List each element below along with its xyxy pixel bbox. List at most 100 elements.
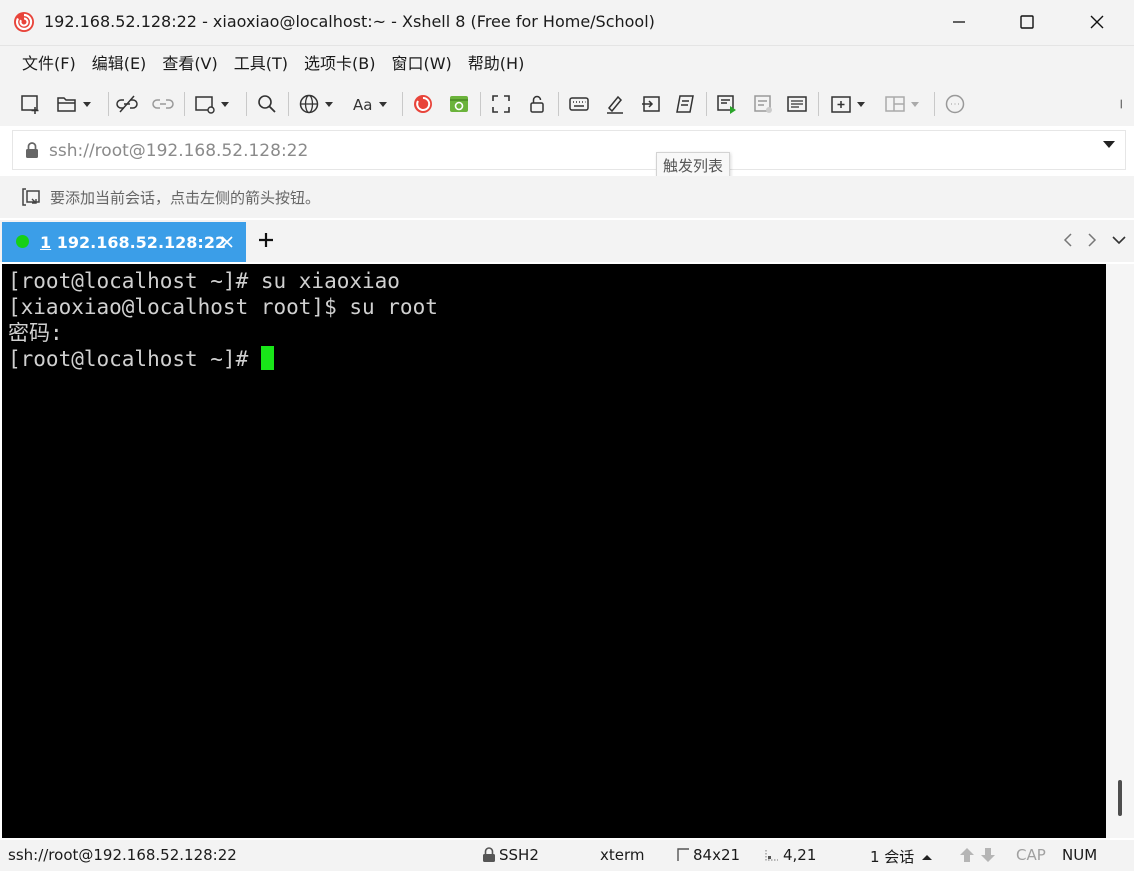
arrow-up-icon[interactable] xyxy=(958,846,976,864)
xftp-icon xyxy=(450,96,468,112)
arrow-down-icon[interactable] xyxy=(979,846,997,864)
encoding-button[interactable] xyxy=(298,90,333,118)
window-title: 192.168.52.128:22 - xiaoxiao@localhost:~… xyxy=(44,12,655,31)
font-button[interactable]: Aa xyxy=(352,90,387,118)
scroll-buttons[interactable] xyxy=(958,846,1000,864)
toolbar-separator xyxy=(402,92,403,116)
menu-file[interactable]: 文件(F) xyxy=(14,46,84,82)
keyboard-button[interactable] xyxy=(568,90,590,118)
layout-button[interactable] xyxy=(884,90,919,118)
quick-command-button[interactable] xyxy=(716,90,738,118)
title-bar[interactable]: 192.168.52.128:22 - xiaoxiao@localhost:~… xyxy=(0,0,1134,46)
address-bar[interactable]: ssh://root@192.168.52.128:22 xyxy=(12,130,1126,170)
sessions-label: 1 会话 xyxy=(870,848,915,866)
menu-tab[interactable]: 选项卡(B) xyxy=(296,46,383,82)
xftp-button[interactable] xyxy=(448,90,470,118)
chevron-down-icon xyxy=(857,101,865,107)
connection-status-icon xyxy=(16,235,29,248)
menu-edit[interactable]: 编辑(E) xyxy=(84,46,155,82)
font-icon: Aa xyxy=(353,96,372,114)
close-tab-icon[interactable] xyxy=(218,233,236,251)
lock-button[interactable] xyxy=(526,90,548,118)
tab-title: 192.168.52.128:22 xyxy=(56,233,227,252)
chevron-left-icon[interactable] xyxy=(1060,231,1078,249)
chevron-right-icon[interactable] xyxy=(1082,231,1100,249)
terminal-cursor xyxy=(260,346,274,370)
status-bar: ssh://root@192.168.52.128:22 SSH2 xterm … xyxy=(0,840,1134,871)
add-tab-icon[interactable] xyxy=(256,230,276,250)
toolbar-separator xyxy=(934,92,935,116)
tab-number: 1 xyxy=(40,233,52,252)
close-window-button[interactable] xyxy=(1062,0,1132,44)
cursor-pos-label: 4,21 xyxy=(783,846,817,864)
menu-tools[interactable]: 工具(T) xyxy=(226,46,296,82)
xshell-button[interactable] xyxy=(412,90,434,118)
resize-icon xyxy=(677,848,689,861)
chevron-down-icon xyxy=(379,101,387,107)
menu-window[interactable]: 窗口(W) xyxy=(383,46,459,82)
tab-session-1[interactable]: 1 192.168.52.128:22 xyxy=(2,222,246,262)
layout-icon xyxy=(885,96,905,112)
status-num-lock: NUM xyxy=(1062,846,1098,864)
address-dropdown-button[interactable] xyxy=(1103,141,1115,167)
close-icon xyxy=(1090,15,1104,29)
script-button[interactable] xyxy=(674,90,696,118)
fullscreen-icon xyxy=(492,95,510,113)
xshell-icon xyxy=(414,95,432,113)
reconnect-button[interactable] xyxy=(152,90,174,118)
status-sessions[interactable]: 1 会话 xyxy=(870,846,937,867)
compose-bar-button[interactable] xyxy=(786,90,808,118)
chevron-down-icon[interactable] xyxy=(1110,231,1128,249)
fullscreen-button[interactable] xyxy=(490,90,512,118)
lock-icon xyxy=(483,847,495,862)
toolbar-overflow-button[interactable] xyxy=(1118,90,1130,118)
session-properties-button[interactable] xyxy=(194,90,229,118)
chat-button[interactable] xyxy=(944,90,966,118)
menu-bar: 文件(F) 编辑(E) 查看(V) 工具(T) 选项卡(B) 窗口(W) 帮助(… xyxy=(0,46,1134,82)
settings-window-icon xyxy=(195,96,215,114)
minimize-icon xyxy=(953,21,965,23)
import-icon xyxy=(642,96,660,112)
menu-view[interactable]: 查看(V) xyxy=(154,46,225,82)
toolbar-separator xyxy=(480,92,481,116)
maximize-button[interactable] xyxy=(992,0,1062,44)
document-icon xyxy=(787,96,807,112)
search-icon xyxy=(258,95,276,113)
terminal-line: [xiaoxiao@localhost root]$ su root xyxy=(8,295,438,319)
run-icon xyxy=(717,95,736,114)
status-terminal-type: xterm xyxy=(600,846,645,864)
address-input[interactable]: ssh://root@192.168.52.128:22 xyxy=(49,141,308,161)
add-session-arrow-icon[interactable] xyxy=(20,186,42,208)
minimize-button[interactable] xyxy=(924,0,994,44)
chevron-down-icon xyxy=(911,101,919,107)
find-button[interactable] xyxy=(256,90,278,118)
script-icon xyxy=(676,95,694,113)
folder-open-icon xyxy=(57,97,76,112)
unlink-icon xyxy=(116,95,138,113)
menu-help[interactable]: 帮助(H) xyxy=(460,46,533,82)
log-icon xyxy=(754,95,772,113)
size-label: 84x21 xyxy=(693,846,741,864)
svg-text:Aa: Aa xyxy=(353,96,372,114)
disconnect-button[interactable] xyxy=(116,90,138,118)
more-icon xyxy=(1120,99,1122,109)
transfer-button[interactable] xyxy=(640,90,662,118)
new-tab-button[interactable] xyxy=(830,90,865,118)
keyboard-icon xyxy=(569,97,589,111)
terminal-scrollbar[interactable] xyxy=(1106,264,1134,838)
chevron-up-icon xyxy=(922,854,933,860)
open-session-button[interactable] xyxy=(56,90,91,118)
new-session-button[interactable] xyxy=(20,90,42,118)
new-session-icon xyxy=(21,95,39,114)
toolbar-separator xyxy=(184,92,185,116)
terminal[interactable]: [root@localhost ~]# su xiaoxiao [xiaoxia… xyxy=(2,264,1106,838)
log-button[interactable] xyxy=(752,90,774,118)
scrollbar-thumb[interactable] xyxy=(1118,780,1122,816)
status-size: 84x21 xyxy=(676,846,740,864)
toolbar-separator xyxy=(706,92,707,116)
compose-button[interactable] xyxy=(604,90,626,118)
lock-icon xyxy=(26,142,38,158)
link-icon xyxy=(152,99,174,109)
terminal-line: 密码: xyxy=(8,321,63,345)
protocol-label: SSH2 xyxy=(499,846,539,864)
